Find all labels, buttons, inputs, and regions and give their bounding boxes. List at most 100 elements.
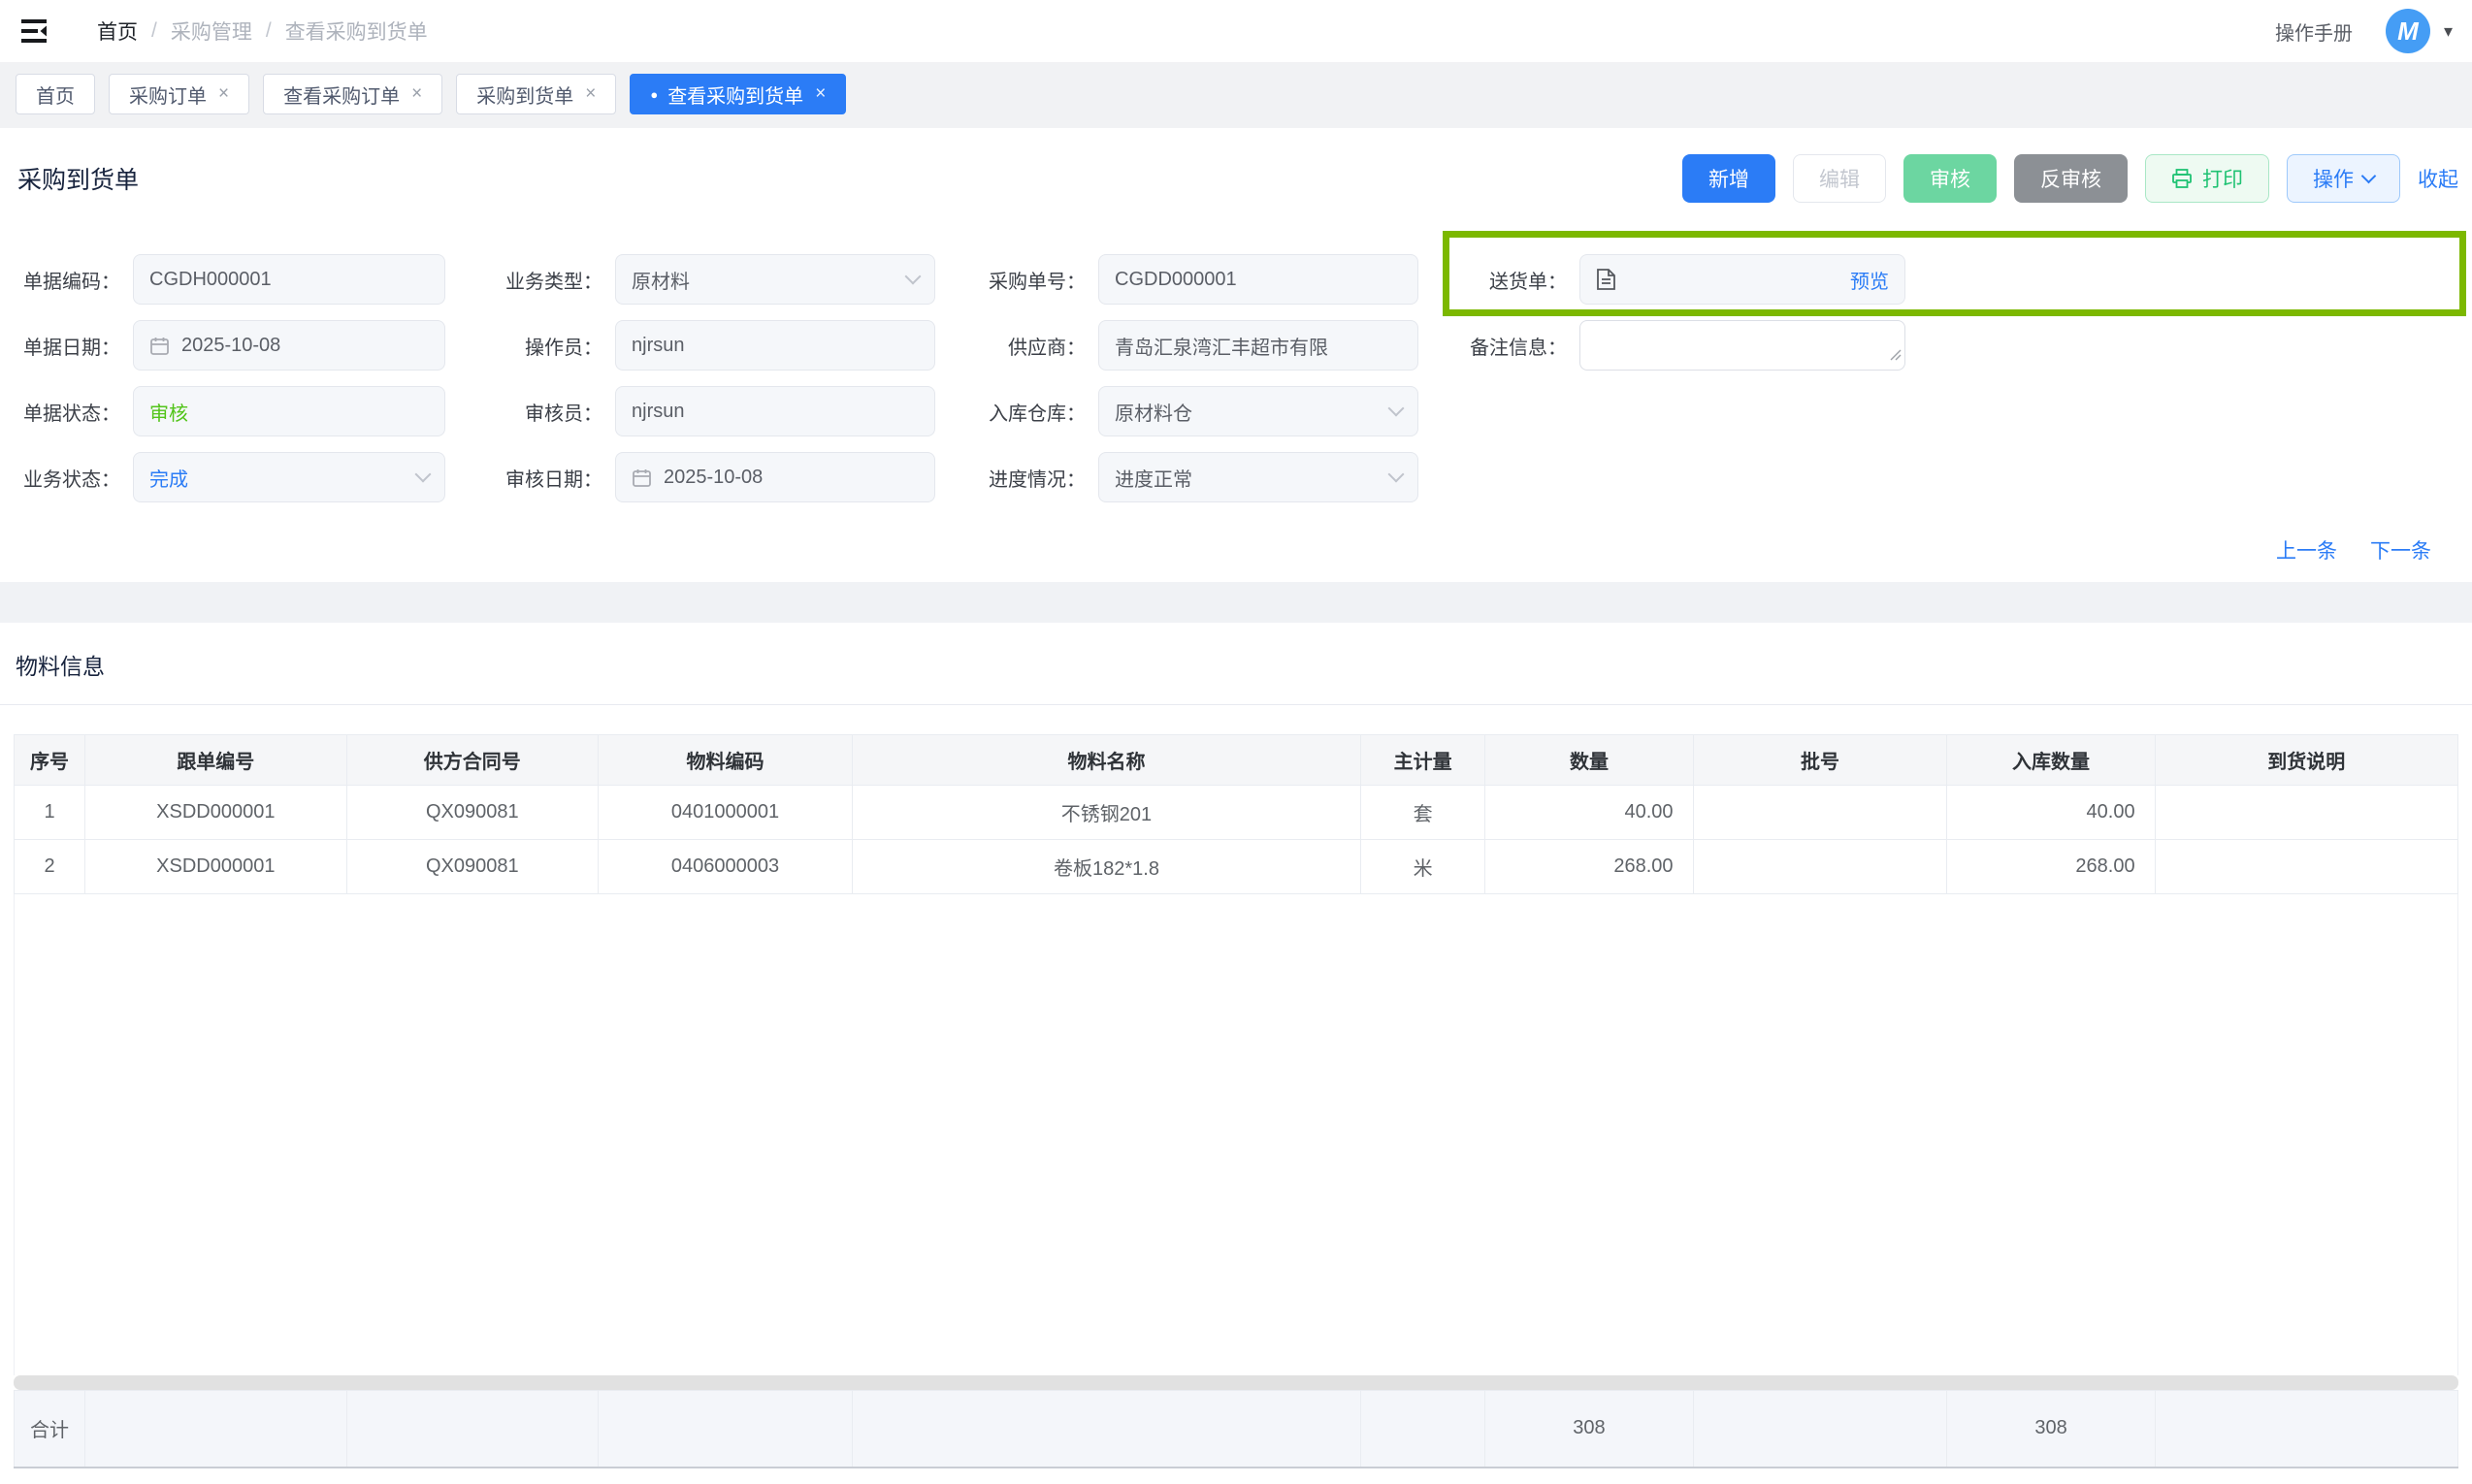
field-operator: 操作员： njrsun	[496, 320, 979, 371]
actions-label: 操作	[2313, 164, 2354, 193]
next-record-link[interactable]: 下一条	[2370, 535, 2431, 565]
chevron-down-icon	[1388, 401, 1405, 417]
cell-batch	[1693, 786, 1947, 840]
biz-type-select[interactable]: 原材料	[615, 254, 935, 305]
audit-date-picker[interactable]: 2025-10-08	[615, 452, 935, 502]
tab-label: 采购到货单	[476, 81, 573, 109]
warehouse-select[interactable]: 原材料仓	[1098, 386, 1418, 436]
field-auditor: 审核员： njrsun	[496, 386, 979, 436]
col-material-code: 物料编码	[599, 735, 853, 786]
table-empty-area	[14, 894, 2458, 1375]
audit-date-label: 审核日期：	[496, 464, 602, 492]
breadcrumb-level1[interactable]: 采购管理	[171, 16, 252, 46]
field-supplier: 供应商： 青岛汇泉湾汇丰超市有限	[979, 320, 1460, 371]
biz-status-label: 业务状态：	[14, 464, 120, 492]
prev-record-link[interactable]: 上一条	[2276, 535, 2337, 565]
calendar-icon	[149, 336, 170, 356]
auditor-label: 审核员：	[496, 398, 602, 426]
col-supplier-contract: 供方合同号	[346, 735, 598, 786]
table-summary: 合计 308 308	[14, 1390, 2458, 1469]
actions-dropdown-button[interactable]: 操作	[2287, 154, 2400, 203]
avatar[interactable]: M	[2386, 9, 2430, 53]
col-arrival-note: 到货说明	[2155, 735, 2457, 786]
material-section-title: 物料信息	[16, 648, 2458, 681]
document-icon	[1596, 268, 1616, 291]
app-root: 首页 / 采购管理 / 查看采购到货单 操作手册 M ▾ 首页 采购订单 × 查…	[0, 0, 2472, 1484]
summary-cell	[599, 1390, 853, 1468]
manual-link[interactable]: 操作手册	[2275, 17, 2353, 46]
close-icon[interactable]: ×	[411, 83, 422, 105]
tab-view-purchase-order[interactable]: 查看采购订单 ×	[263, 74, 442, 114]
doc-date-label: 单据日期：	[14, 332, 120, 360]
cell-arrival-note	[2155, 786, 2457, 840]
cell-batch	[1693, 840, 1947, 894]
add-button[interactable]: 新增	[1682, 154, 1775, 203]
doc-date-picker[interactable]: 2025-10-08	[133, 320, 445, 371]
cell-track-no: XSDD000001	[85, 840, 347, 894]
col-batch: 批号	[1693, 735, 1947, 786]
print-button[interactable]: 打印	[2145, 154, 2269, 203]
table-header-row: 序号 跟单编号 供方合同号 物料编码 物料名称 主计量 数量 批号 入库数量 到…	[15, 735, 2458, 786]
operator-input: njrsun	[615, 320, 935, 371]
summary-cell	[853, 1390, 1361, 1468]
summary-row: 合计 308 308	[15, 1390, 2458, 1468]
doc-status-input: 审核	[133, 386, 445, 436]
form-empty-cell	[1460, 452, 2458, 502]
cell-inbound-qty: 40.00	[1947, 786, 2155, 840]
field-biz-type: 业务类型： 原材料	[496, 254, 979, 305]
preview-link[interactable]: 预览	[1850, 266, 1889, 294]
horizontal-scrollbar[interactable]	[14, 1375, 2458, 1390]
panel-gap	[0, 582, 2472, 623]
menu-fold-icon[interactable]	[19, 15, 52, 48]
col-seq: 序号	[15, 735, 85, 786]
breadcrumb-separator: /	[151, 19, 157, 43]
table-row[interactable]: 2 XSDD000001 QX090081 0406000003 卷板182*1…	[15, 840, 2458, 894]
supplier-input: 青岛汇泉湾汇丰超市有限	[1098, 320, 1418, 371]
tab-label: 查看采购订单	[283, 81, 400, 109]
audit-button[interactable]: 审核	[1903, 154, 1997, 203]
chevron-down-icon[interactable]: ▾	[2444, 21, 2453, 42]
print-label: 打印	[2202, 164, 2243, 193]
field-progress: 进度情况： 进度正常	[979, 452, 1460, 502]
topbar-right: 操作手册 M ▾	[2275, 9, 2453, 53]
po-no-label: 采购单号：	[979, 266, 1086, 294]
biz-status-select[interactable]: 完成	[133, 452, 445, 502]
summary-inbound-total: 308	[1947, 1390, 2155, 1468]
collapse-link[interactable]: 收起	[2418, 164, 2458, 193]
summary-cell	[2155, 1390, 2457, 1468]
material-table: 序号 跟单编号 供方合同号 物料编码 物料名称 主计量 数量 批号 入库数量 到…	[14, 734, 2458, 1484]
breadcrumb-home[interactable]: 首页	[97, 16, 138, 46]
chevron-down-icon	[2361, 168, 2377, 183]
table-row[interactable]: 1 XSDD000001 QX090081 0401000001 不锈钢201 …	[15, 786, 2458, 840]
cell-qty: 40.00	[1485, 786, 1693, 840]
auditor-input: njrsun	[615, 386, 935, 436]
operator-label: 操作员：	[496, 332, 602, 360]
tab-label: 采购订单	[129, 81, 207, 109]
close-icon[interactable]: ×	[815, 83, 826, 105]
tab-view-purchase-arrival-active[interactable]: ● 查看采购到货单 ×	[630, 74, 846, 114]
cell-unit: 米	[1360, 840, 1484, 894]
delivery-note-label: 送货单：	[1460, 266, 1567, 294]
tab-home[interactable]: 首页	[16, 74, 95, 114]
toolbar: 新增 编辑 审核 反审核 打印 操作	[1682, 154, 2458, 203]
tab-purchase-order[interactable]: 采购订单 ×	[109, 74, 249, 114]
resize-handle-icon[interactable]	[1889, 344, 1902, 367]
supplier-label: 供应商：	[979, 332, 1086, 360]
printer-icon	[2171, 168, 2193, 189]
po-no-input: CGDD000001	[1098, 254, 1418, 305]
close-icon[interactable]: ×	[218, 83, 229, 105]
col-track-no: 跟单编号	[85, 735, 347, 786]
summary-label: 合计	[15, 1390, 85, 1468]
doc-code-label: 单据编码：	[14, 266, 120, 294]
cell-seq: 1	[15, 786, 85, 840]
summary-cell	[85, 1390, 347, 1468]
tab-purchase-arrival[interactable]: 采购到货单 ×	[456, 74, 616, 114]
edit-button: 编辑	[1793, 154, 1886, 203]
status-badge: 完成	[149, 464, 417, 492]
unaudit-button[interactable]: 反审核	[2014, 154, 2128, 203]
remark-textarea[interactable]	[1579, 320, 1905, 371]
close-icon[interactable]: ×	[585, 83, 596, 105]
material-table-head-and-rows: 序号 跟单编号 供方合同号 物料编码 物料名称 主计量 数量 批号 入库数量 到…	[14, 734, 2458, 894]
progress-select[interactable]: 进度正常	[1098, 452, 1418, 502]
delivery-note-field[interactable]: 预览	[1579, 254, 1905, 305]
